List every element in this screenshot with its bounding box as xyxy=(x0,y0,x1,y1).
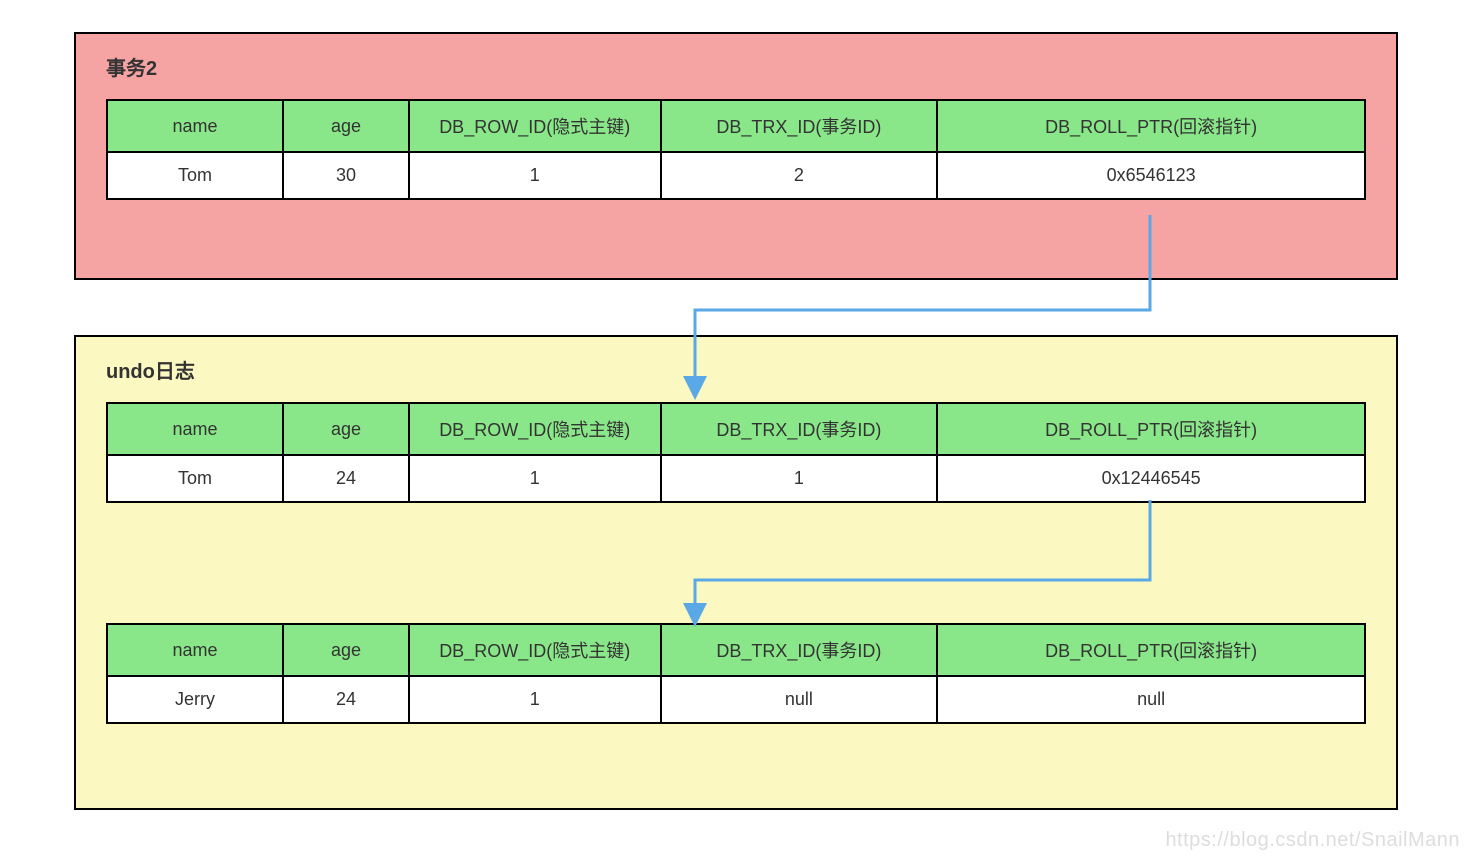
current-record-table: name age DB_ROW_ID(隐式主键) DB_TRX_ID(事务ID)… xyxy=(106,99,1366,200)
cell-trx-id: null xyxy=(661,676,938,723)
col-row-id: DB_ROW_ID(隐式主键) xyxy=(409,624,661,676)
table-header-row: name age DB_ROW_ID(隐式主键) DB_TRX_ID(事务ID)… xyxy=(107,100,1365,152)
col-age: age xyxy=(283,403,409,455)
col-trx-id: DB_TRX_ID(事务ID) xyxy=(661,100,938,152)
undo-log-panel: undo日志 name age DB_ROW_ID(隐式主键) DB_TRX_I… xyxy=(74,335,1398,810)
col-age: age xyxy=(283,100,409,152)
transaction-2-title: 事务2 xyxy=(106,52,1366,81)
cell-trx-id: 1 xyxy=(661,455,938,502)
col-name: name xyxy=(107,100,283,152)
undo-record-1-table: name age DB_ROW_ID(隐式主键) DB_TRX_ID(事务ID)… xyxy=(106,402,1366,503)
cell-roll-ptr: 0x12446545 xyxy=(937,455,1365,502)
col-trx-id: DB_TRX_ID(事务ID) xyxy=(661,403,938,455)
undo-record-1-wrap: name age DB_ROW_ID(隐式主键) DB_TRX_ID(事务ID)… xyxy=(106,402,1366,503)
cell-trx-id: 2 xyxy=(661,152,938,199)
cell-row-id: 1 xyxy=(409,676,661,723)
col-roll-ptr: DB_ROLL_PTR(回滚指针) xyxy=(937,624,1365,676)
col-roll-ptr: DB_ROLL_PTR(回滚指针) xyxy=(937,403,1365,455)
transaction-2-panel: 事务2 name age DB_ROW_ID(隐式主键) DB_TRX_ID(事… xyxy=(74,32,1398,280)
cell-age: 30 xyxy=(283,152,409,199)
cell-name: Tom xyxy=(107,152,283,199)
undo-record-2-table: name age DB_ROW_ID(隐式主键) DB_TRX_ID(事务ID)… xyxy=(106,623,1366,724)
watermark-text: https://blog.csdn.net/SnailMann xyxy=(1165,829,1460,852)
cell-row-id: 1 xyxy=(409,455,661,502)
undo-log-title: undo日志 xyxy=(106,355,1366,384)
table-header-row: name age DB_ROW_ID(隐式主键) DB_TRX_ID(事务ID)… xyxy=(107,624,1365,676)
col-name: name xyxy=(107,624,283,676)
cell-name: Tom xyxy=(107,455,283,502)
spacer xyxy=(106,503,1366,623)
cell-age: 24 xyxy=(283,676,409,723)
cell-age: 24 xyxy=(283,455,409,502)
table-row: Tom 24 1 1 0x12446545 xyxy=(107,455,1365,502)
current-record-table-wrap: name age DB_ROW_ID(隐式主键) DB_TRX_ID(事务ID)… xyxy=(106,99,1366,200)
col-row-id: DB_ROW_ID(隐式主键) xyxy=(409,403,661,455)
cell-row-id: 1 xyxy=(409,152,661,199)
table-row: Tom 30 1 2 0x6546123 xyxy=(107,152,1365,199)
col-roll-ptr: DB_ROLL_PTR(回滚指针) xyxy=(937,100,1365,152)
col-age: age xyxy=(283,624,409,676)
cell-roll-ptr: 0x6546123 xyxy=(937,152,1365,199)
col-trx-id: DB_TRX_ID(事务ID) xyxy=(661,624,938,676)
cell-roll-ptr: null xyxy=(937,676,1365,723)
table-row: Jerry 24 1 null null xyxy=(107,676,1365,723)
table-header-row: name age DB_ROW_ID(隐式主键) DB_TRX_ID(事务ID)… xyxy=(107,403,1365,455)
col-row-id: DB_ROW_ID(隐式主键) xyxy=(409,100,661,152)
col-name: name xyxy=(107,403,283,455)
cell-name: Jerry xyxy=(107,676,283,723)
undo-record-2-wrap: name age DB_ROW_ID(隐式主键) DB_TRX_ID(事务ID)… xyxy=(106,623,1366,724)
